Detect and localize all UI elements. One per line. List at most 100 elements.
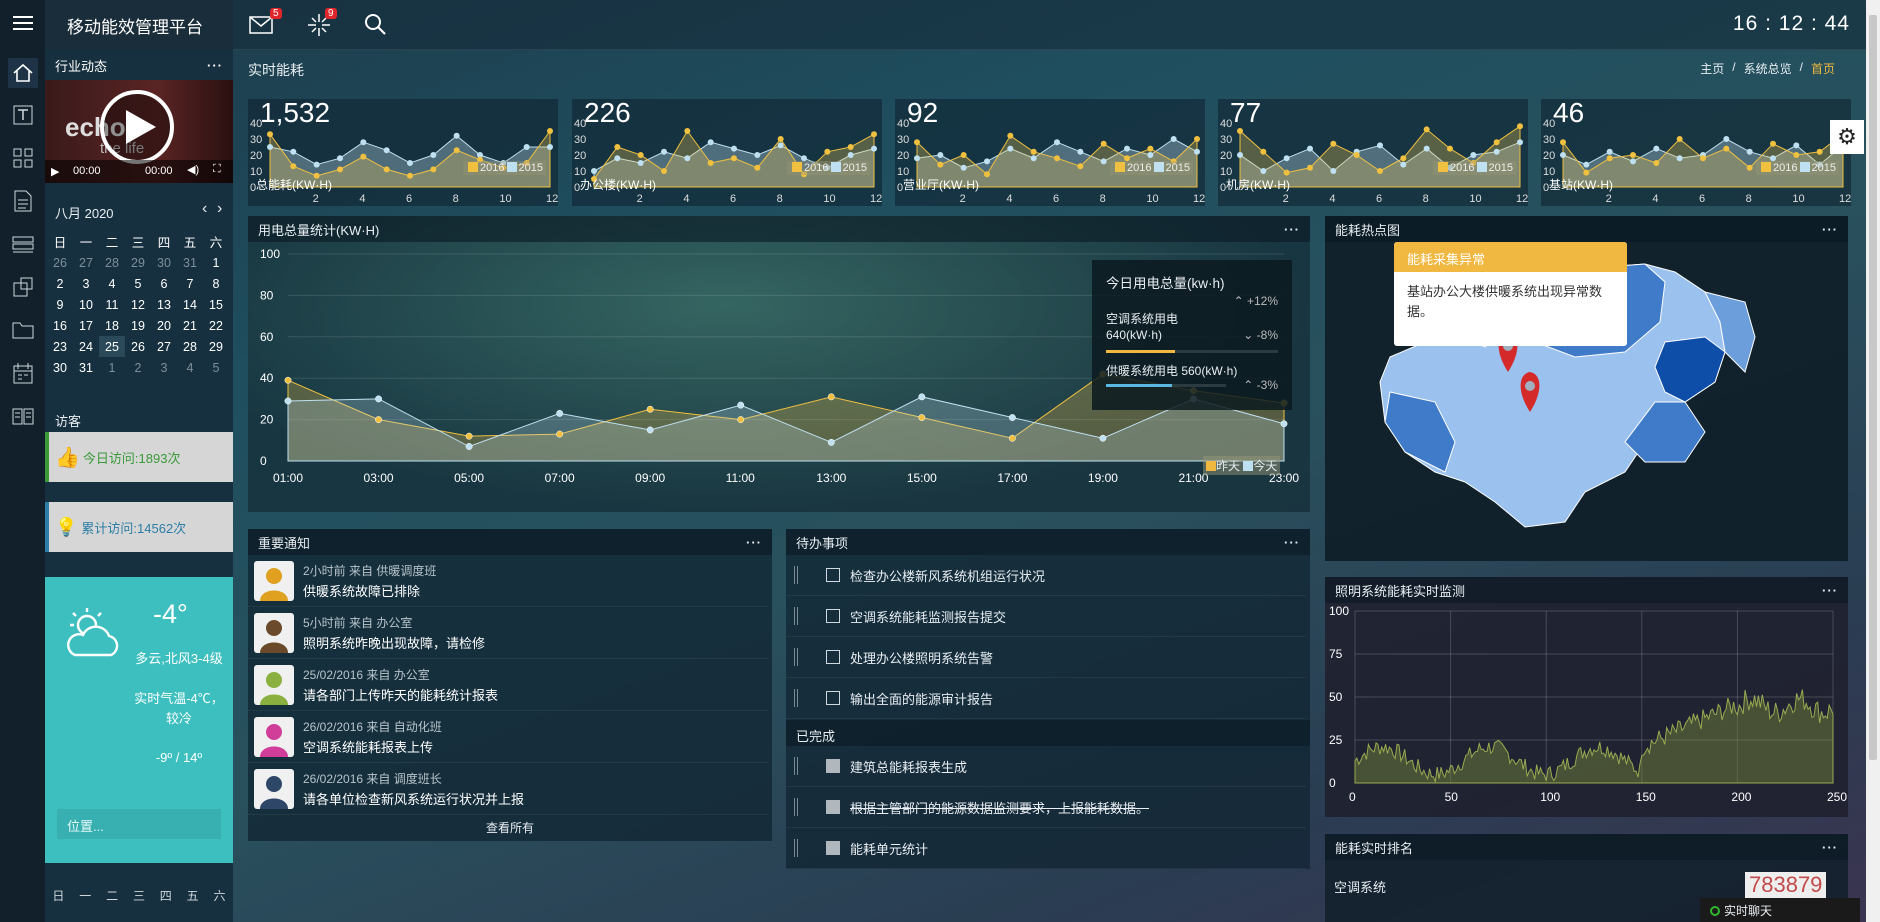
calendar-day[interactable]: 31 bbox=[73, 357, 99, 378]
document-icon[interactable] bbox=[8, 186, 38, 216]
point-yesterday[interactable] bbox=[465, 432, 473, 440]
calendar-day[interactable]: 22 bbox=[203, 315, 229, 336]
point-today[interactable] bbox=[375, 395, 382, 403]
point-today[interactable] bbox=[827, 438, 835, 446]
calendar-day[interactable]: 26 bbox=[125, 336, 151, 357]
calendar-day[interactable]: 6 bbox=[151, 273, 177, 294]
layers-icon[interactable] bbox=[8, 229, 38, 259]
text-icon[interactable] bbox=[8, 100, 38, 130]
point-today[interactable] bbox=[646, 426, 654, 434]
more-icon[interactable]: ··· bbox=[746, 535, 762, 550]
calendar-day[interactable]: 15 bbox=[203, 294, 229, 315]
calendar-day[interactable]: 27 bbox=[73, 252, 99, 273]
todo-item[interactable]: 空调系统能耗监测报告提交 bbox=[786, 596, 1306, 637]
breadcrumb-home[interactable]: 主页 bbox=[1700, 60, 1724, 77]
todo-checkbox[interactable] bbox=[826, 568, 840, 582]
calendar-day[interactable]: 30 bbox=[151, 252, 177, 273]
next-month-icon[interactable]: › bbox=[217, 200, 222, 218]
point-today[interactable] bbox=[465, 443, 473, 450]
calendar-day[interactable]: 29 bbox=[203, 336, 229, 357]
calendar-day[interactable]: 9 bbox=[47, 294, 73, 315]
calendar-day[interactable]: 24 bbox=[73, 336, 99, 357]
calendar-day[interactable]: 31 bbox=[177, 252, 203, 273]
point-today[interactable] bbox=[1280, 420, 1288, 428]
location-input[interactable]: 位置... bbox=[57, 809, 221, 839]
calendar-day[interactable]: 28 bbox=[99, 252, 125, 273]
notice-item[interactable]: 2小时前 来自 供暖调度班 供暖系统故障已排除 bbox=[248, 555, 768, 607]
grid-icon[interactable] bbox=[8, 143, 38, 173]
calendar-day[interactable]: 18 bbox=[99, 315, 125, 336]
drag-handle-icon[interactable] bbox=[794, 566, 798, 584]
calendar-day[interactable]: 3 bbox=[151, 357, 177, 378]
prev-month-icon[interactable]: ‹ bbox=[202, 200, 207, 218]
drag-handle-icon[interactable] bbox=[794, 757, 798, 775]
calendar-day[interactable]: 3 bbox=[73, 273, 99, 294]
map-region[interactable] bbox=[1654, 336, 1726, 403]
folder-icon[interactable] bbox=[8, 315, 38, 345]
todo-checkbox-checked[interactable] bbox=[826, 841, 840, 855]
breadcrumb-overview[interactable]: 系统总览 bbox=[1744, 60, 1792, 77]
calendar-day[interactable]: 21 bbox=[177, 315, 203, 336]
calendar-day[interactable]: 23 bbox=[47, 336, 73, 357]
search-icon[interactable] bbox=[364, 13, 386, 35]
widgets-icon[interactable] bbox=[8, 272, 38, 302]
menu-icon[interactable] bbox=[8, 8, 38, 38]
calendar-icon[interactable] bbox=[8, 358, 38, 388]
point-yesterday[interactable] bbox=[646, 405, 654, 413]
point-yesterday[interactable] bbox=[827, 393, 835, 401]
scrollbar[interactable] bbox=[1866, 0, 1880, 922]
more-icon[interactable]: ··· bbox=[1822, 583, 1838, 598]
calendar-day[interactable]: 1 bbox=[99, 357, 125, 378]
calendar-day[interactable]: 20 bbox=[151, 315, 177, 336]
todo-checkbox-checked[interactable] bbox=[826, 800, 840, 814]
calendar-day[interactable]: 30 bbox=[47, 357, 73, 378]
calendar-day[interactable]: 2 bbox=[125, 357, 151, 378]
more-icon[interactable]: ··· bbox=[207, 58, 223, 73]
calendar-day[interactable]: 25 bbox=[99, 336, 125, 357]
play-small-icon[interactable]: ▶ bbox=[51, 165, 59, 178]
point-today[interactable] bbox=[737, 401, 745, 409]
calendar-day[interactable]: 16 bbox=[47, 315, 73, 336]
point-yesterday[interactable] bbox=[375, 416, 382, 424]
notice-item[interactable]: 25/02/2016 来自 办公室 请各部门上传昨天的能耗统计报表 bbox=[248, 659, 768, 711]
calendar-day[interactable]: 28 bbox=[177, 336, 203, 357]
calendar-day[interactable]: 2 bbox=[47, 273, 73, 294]
more-icon[interactable]: ··· bbox=[1284, 222, 1300, 237]
calendar-day[interactable]: 4 bbox=[177, 357, 203, 378]
calendar-day[interactable]: 17 bbox=[73, 315, 99, 336]
point-today[interactable] bbox=[556, 409, 564, 417]
calendar-day[interactable]: 4 bbox=[99, 273, 125, 294]
calendar-day[interactable]: 5 bbox=[125, 273, 151, 294]
done-item[interactable]: 能耗单元统计 bbox=[786, 828, 1306, 869]
more-icon[interactable]: ··· bbox=[1822, 222, 1838, 237]
view-all-link[interactable]: 查看所有 bbox=[248, 819, 772, 836]
point-yesterday[interactable] bbox=[737, 416, 745, 424]
home-icon[interactable] bbox=[8, 58, 38, 88]
drag-handle-icon[interactable] bbox=[794, 648, 798, 666]
point-today[interactable] bbox=[1008, 414, 1016, 421]
todo-checkbox-checked[interactable] bbox=[826, 759, 840, 773]
calendar-day[interactable]: 10 bbox=[73, 294, 99, 315]
notice-item[interactable]: 26/02/2016 来自 调度班长 请各单位检查新风系统运行状况并上报 bbox=[248, 763, 768, 815]
more-icon[interactable]: ··· bbox=[1284, 535, 1300, 550]
volume-icon[interactable]: ◀) bbox=[187, 163, 199, 176]
point-yesterday[interactable] bbox=[918, 414, 926, 421]
more-icon[interactable]: ··· bbox=[1822, 840, 1838, 855]
notice-item[interactable]: 26/02/2016 来自 自动化班 空调系统能耗报表上传 bbox=[248, 711, 768, 763]
gear-icon[interactable]: ⚙ bbox=[1830, 120, 1864, 154]
drag-handle-icon[interactable] bbox=[794, 689, 798, 707]
calendar-day[interactable]: 19 bbox=[125, 315, 151, 336]
drag-handle-icon[interactable] bbox=[794, 798, 798, 816]
todo-item[interactable]: 检查办公楼新风系统机组运行状况 bbox=[786, 555, 1306, 596]
scrollbar-thumb[interactable] bbox=[1869, 15, 1877, 760]
point-yesterday[interactable] bbox=[284, 376, 292, 384]
notice-item[interactable]: 5小时前 来自 办公室 照明系统昨晚出现故障，请检修 bbox=[248, 607, 768, 659]
calendar-day[interactable]: 11 bbox=[99, 294, 125, 315]
drag-handle-icon[interactable] bbox=[794, 607, 798, 625]
calendar-day[interactable]: 27 bbox=[151, 336, 177, 357]
video-player[interactable]: echo the life ▶ 00:00 00:00 ◀) ⛶ bbox=[45, 80, 233, 183]
calendar-day[interactable]: 5 bbox=[203, 357, 229, 378]
calendar-day[interactable]: 14 bbox=[177, 294, 203, 315]
drag-handle-icon[interactable] bbox=[794, 839, 798, 857]
chat-button[interactable]: 实时聊天 bbox=[1700, 898, 1860, 922]
